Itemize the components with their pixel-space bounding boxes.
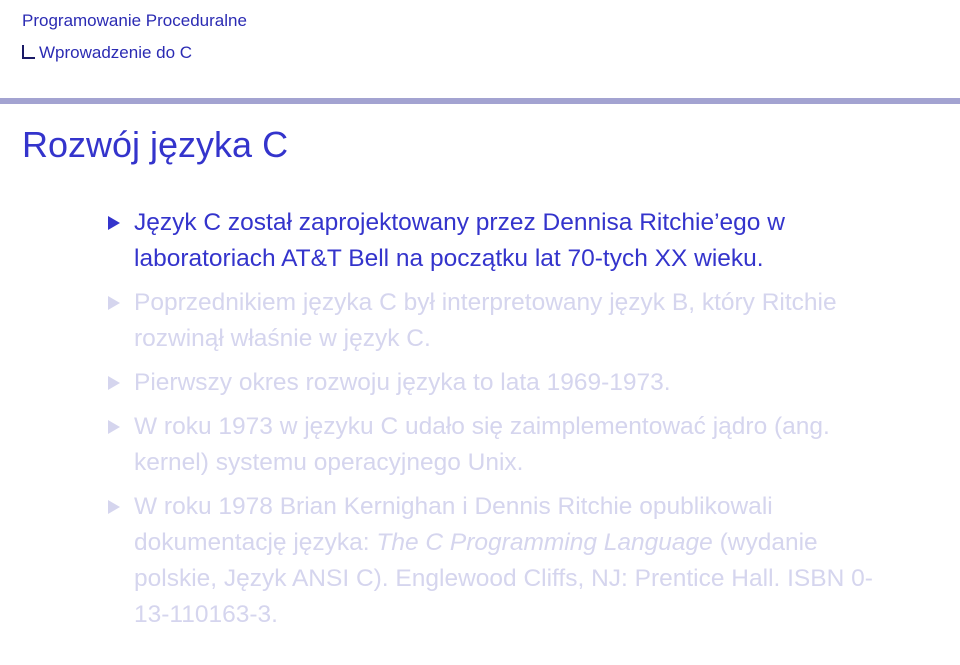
- tree-corner-icon: [22, 45, 35, 59]
- section-title: Programowanie Proceduralne: [22, 11, 247, 30]
- list-item-text: Pierwszy okres rozwoju języka to lata 19…: [134, 369, 671, 396]
- subsection-line: Wprowadzenie do C: [22, 42, 192, 64]
- frame-title: Rozwój języka C: [22, 124, 289, 165]
- book-title: The C Programming Language: [376, 529, 713, 556]
- list-item: W roku 1973 w języku C udało się zaimple…: [0, 409, 894, 481]
- list-item-text: Poprzednikiem języka C był interpretowan…: [134, 289, 837, 352]
- subsection-title: Wprowadzenie do C: [39, 43, 193, 62]
- list-item: W roku 1978 Brian Kernighan i Dennis Rit…: [0, 489, 894, 633]
- slide-header: Programowanie Proceduralne Wprowadzenie …: [22, 10, 247, 62]
- list-item: Poprzednikiem języka C był interpretowan…: [0, 285, 894, 357]
- bullet-list: Język C został zaprojektowany przez Denn…: [0, 205, 960, 633]
- list-item-text: W roku 1973 w języku C udało się zaimple…: [134, 413, 830, 476]
- triangle-bullet-icon: [108, 420, 120, 434]
- list-item-text: Język C został zaprojektowany przez Denn…: [134, 209, 785, 272]
- header-rule: [0, 98, 960, 104]
- triangle-bullet-icon: [108, 500, 120, 514]
- list-item: Język C został zaprojektowany przez Denn…: [0, 205, 894, 277]
- triangle-bullet-icon: [108, 296, 120, 310]
- triangle-bullet-icon: [108, 216, 120, 230]
- triangle-bullet-icon: [108, 376, 120, 390]
- list-item: Pierwszy okres rozwoju języka to lata 19…: [0, 365, 894, 401]
